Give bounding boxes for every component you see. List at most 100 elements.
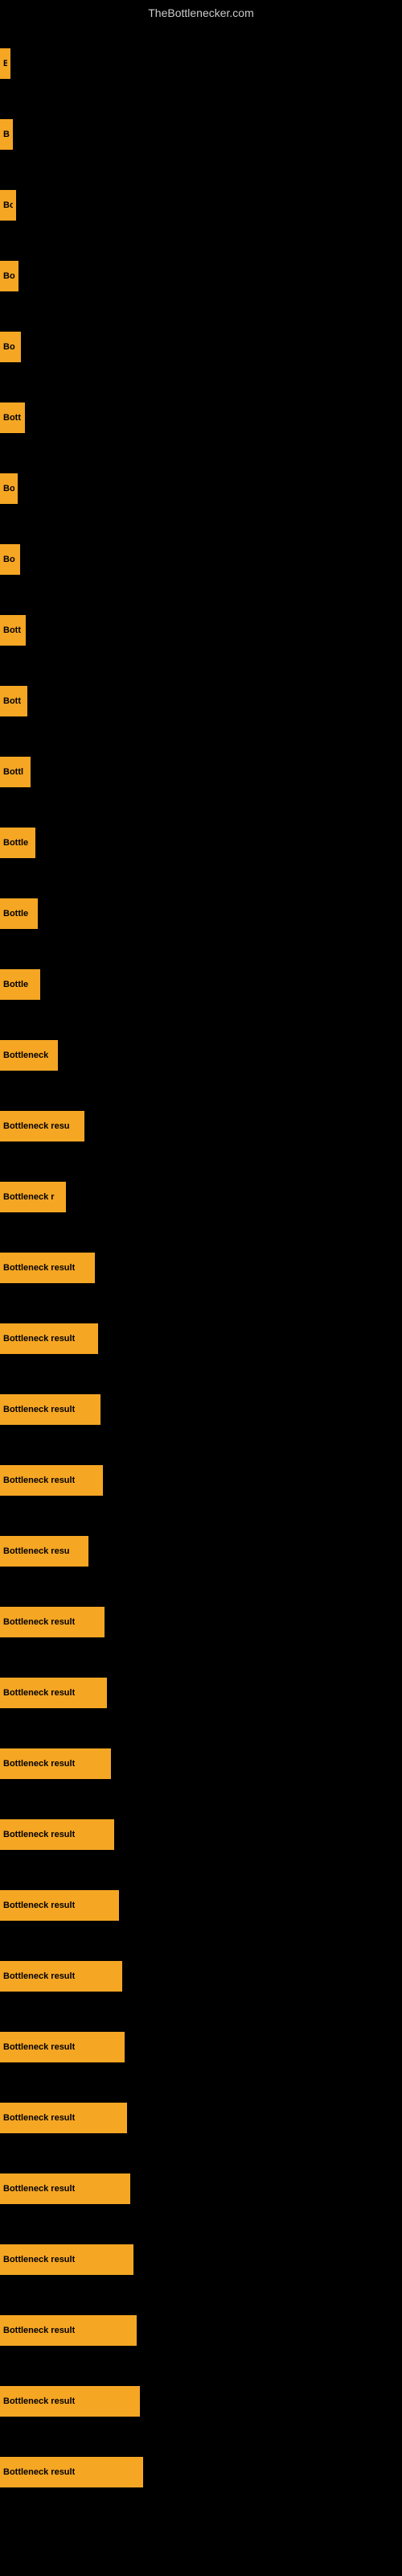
bar-label: Bottleneck result [3,2467,75,2477]
bar-label: Bo [3,200,13,210]
site-title: TheBottlenecker.com [0,0,402,23]
bar-row: Bottleneck result [0,2433,402,2504]
bar-row: Bo [0,237,402,308]
bar-item: Bottleneck result [0,1323,98,1354]
bar-item: Bo [0,473,18,504]
bar-row: Bottleneck result [0,2079,402,2149]
bar-item: Bottl [0,757,31,787]
bar-label: Bottleneck result [3,2184,75,2194]
bar-label: Bottle [3,909,28,919]
bar-row: Bottleneck r [0,1158,402,1228]
bar-item: Bottleneck result [0,2315,137,2346]
bar-label: Bottleneck resu [3,1546,70,1556]
bar-row: Bott [0,591,402,662]
bar-label: Bott [3,696,21,706]
bar-item: Bottleneck resu [0,1536,88,1567]
bar-row: Bottleneck result [0,1228,402,1299]
bar-row: Bottleneck result [0,2008,402,2079]
bar-item: Bott [0,615,26,646]
bar-label: Bott [3,413,21,423]
bar-label: Bottle [3,980,28,989]
bar-label: Bo [3,271,15,281]
bar-label: Bottleneck result [3,2113,75,2123]
bar-label: Bottleneck result [3,1405,75,1414]
bar-item: Bottleneck result [0,2457,143,2487]
bar-item: Bottleneck result [0,1890,119,1921]
bar-label: B [3,59,7,68]
bar-item: Bottleneck result [0,2386,140,2417]
bar-row: Bottleneck result [0,1370,402,1441]
bar-label: Bott [3,625,21,635]
bar-item: Bottleneck result [0,1819,114,1850]
bar-row: Bottleneck result [0,1299,402,1370]
bar-item: Bottleneck result [0,1465,103,1496]
bar-row: Bott [0,662,402,733]
bar-item: Bottle [0,898,38,929]
bar-label: Bottleneck r [3,1192,55,1202]
bar-label: B [3,130,10,139]
bar-row: Bott [0,378,402,449]
bar-item: Bottleneck result [0,1394,100,1425]
bar-item: Bottleneck r [0,1182,66,1212]
bar-label: Bottleneck result [3,1334,75,1344]
bar-item: Bottle [0,969,40,1000]
bar-row: Bottleneck result [0,1653,402,1724]
bar-row: Bo [0,166,402,237]
bar-label: Bottleneck result [3,1476,75,1485]
bar-row: B [0,95,402,166]
bar-row: Bottleneck result [0,2149,402,2220]
bar-item: Bottleneck result [0,2244,133,2275]
bar-label: Bottleneck resu [3,1121,70,1131]
bar-label: Bottle [3,838,28,848]
bar-row: Bottle [0,874,402,945]
bar-label: Bottleneck result [3,1901,75,1910]
bar-label: Bottleneck result [3,2042,75,2052]
bar-row: Bottleneck result [0,1583,402,1653]
bar-label: Bottleneck result [3,1830,75,1839]
bar-row: Bottleneck resu [0,1087,402,1158]
bar-row: Bottleneck result [0,2220,402,2291]
bar-item: Bottleneck result [0,1678,107,1708]
bar-item: B [0,119,13,150]
bar-item: Bott [0,686,27,716]
bar-row: Bottleneck resu [0,1512,402,1583]
bar-row: Bottleneck result [0,1441,402,1512]
bar-item: Bo [0,190,16,221]
bar-item: Bottle [0,828,35,858]
bar-row: Bottle [0,945,402,1016]
bar-row: Bo [0,449,402,520]
bar-item: Bo [0,261,18,291]
bar-row: Bottleneck [0,1016,402,1087]
bar-label: Bottleneck result [3,2396,75,2406]
bar-row: Bo [0,520,402,591]
bar-row: Bottleneck result [0,1866,402,1937]
bar-row: B [0,24,402,95]
bar-row: Bottleneck result [0,2291,402,2362]
bar-item: Bo [0,544,20,575]
bar-label: Bottleneck result [3,1263,75,1273]
bar-label: Bo [3,342,15,352]
bar-label: Bottleneck [3,1051,48,1060]
bar-row: Bottle [0,803,402,874]
bar-label: Bo [3,484,14,493]
bar-item: Bottleneck result [0,1253,95,1283]
bar-item: Bottleneck result [0,2174,130,2204]
bar-row: Bottl [0,733,402,803]
bar-label: Bottleneck result [3,1759,75,1769]
bar-label: Bottl [3,767,23,777]
bar-item: Bottleneck resu [0,1111,84,1141]
bar-row: Bottleneck result [0,2362,402,2433]
bar-label: Bottleneck result [3,2255,75,2264]
bar-label: Bottleneck result [3,1971,75,1981]
bars-container: B B Bo Bo Bo Bott Bo Bo Bott Bott Bottl Bottle Bottl… [0,24,402,2504]
bar-item: Bo [0,332,21,362]
bar-item: Bottleneck result [0,1961,122,1992]
bar-row: Bottleneck result [0,1937,402,2008]
bar-item: Bottleneck result [0,1748,111,1779]
bar-label: Bo [3,555,15,564]
bar-row: Bo [0,308,402,378]
bar-row: Bottleneck result [0,1724,402,1795]
bar-item: B [0,48,10,79]
bar-item: Bott [0,402,25,433]
bar-label: Bottleneck result [3,1617,75,1627]
